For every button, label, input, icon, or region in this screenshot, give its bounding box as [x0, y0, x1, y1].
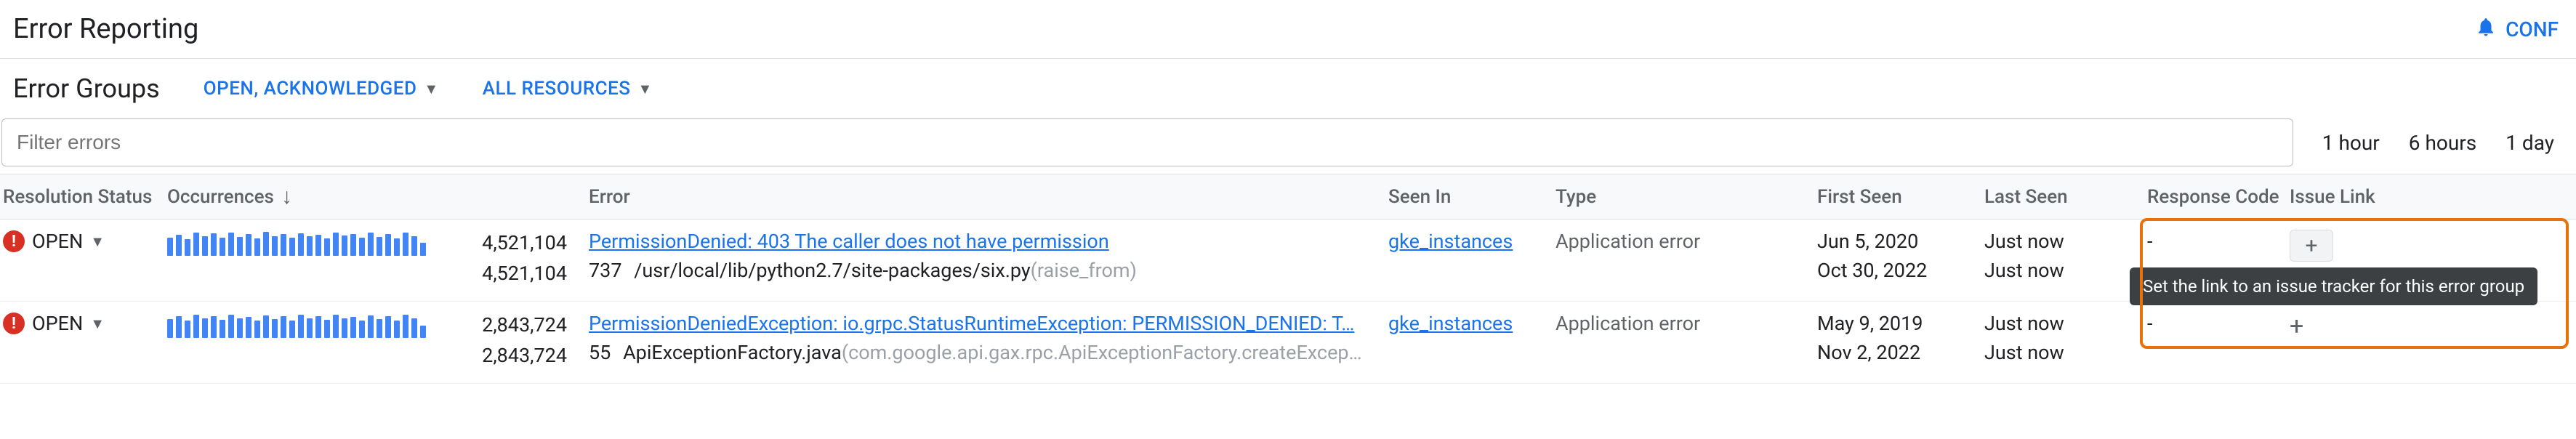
occurrences-sparkline: [167, 312, 426, 338]
col-first-seen[interactable]: First Seen: [1817, 186, 1984, 208]
response-code-cell: -: [2130, 312, 2290, 335]
error-location: 737 /usr/local/lib/python2.7/site-packag…: [589, 259, 1388, 282]
error-status-icon: !: [3, 230, 25, 252]
subtitle: Error Groups: [13, 73, 160, 104]
resources-filter-label: ALL RESOURCES: [483, 78, 631, 100]
seen-in-cell: gke_instances: [1388, 312, 1555, 335]
col-resolution-status[interactable]: Resolution Status: [0, 186, 167, 208]
last-seen-cell: Just now Just now: [1984, 312, 2130, 364]
status-filter-dropdown[interactable]: OPEN, ACKNOWLEDGED ▼: [204, 78, 439, 100]
error-title-link[interactable]: PermissionDenied: 403 The caller does no…: [589, 230, 1388, 253]
sort-descending-icon: ↓: [281, 184, 292, 209]
seen-in-link[interactable]: gke_instances: [1388, 230, 1513, 253]
type-cell: Application error: [1555, 312, 1817, 335]
add-issue-link-button[interactable]: +: [2290, 230, 2333, 262]
first-seen-bottom: Nov 2, 2022: [1817, 341, 1984, 364]
issue-link-cell: + Set the link to an issue tracker for t…: [2290, 230, 2493, 262]
chevron-down-icon: ▼: [90, 315, 105, 333]
type-cell: Application error: [1555, 230, 1817, 253]
chevron-down-icon: ▼: [90, 233, 105, 251]
status-cell[interactable]: ! OPEN ▼: [0, 230, 167, 253]
occurrence-count: 2,843,724: [482, 313, 567, 337]
subheader: Error Groups OPEN, ACKNOWLEDGED ▼ ALL RE…: [0, 59, 2576, 118]
col-response-code[interactable]: Response Code: [2130, 186, 2290, 208]
error-cell: PermissionDeniedException: io.grpc.Statu…: [589, 312, 1388, 364]
notification-bell-icon: [2475, 16, 2497, 43]
error-lineno: 55: [589, 341, 611, 364]
time-range-options: 1 hour 6 hours 1 day: [2322, 131, 2576, 155]
header-bar: Error Reporting CONF: [0, 0, 2576, 59]
error-cell: PermissionDenied: 403 The caller does no…: [589, 230, 1388, 282]
error-path: /usr/local/lib/python2.7/site-packages/s…: [634, 259, 1030, 282]
col-type[interactable]: Type: [1555, 186, 1817, 208]
issue-link-cell: +: [2290, 312, 2493, 341]
col-occurrences-label: Occurrences: [167, 186, 274, 208]
filter-row: 1 hour 6 hours 1 day: [0, 118, 2576, 174]
last-seen-top: Just now: [1984, 312, 2130, 335]
last-seen-cell: Just now Just now: [1984, 230, 2130, 282]
col-seen-in[interactable]: Seen In: [1388, 186, 1555, 208]
error-status-icon: !: [3, 313, 25, 334]
error-title-link[interactable]: PermissionDeniedException: io.grpc.Statu…: [589, 312, 1388, 335]
last-seen-bottom: Just now: [1984, 259, 2130, 282]
time-opt-1d[interactable]: 1 day: [2505, 131, 2554, 155]
first-seen-cell: May 9, 2019 Nov 2, 2022: [1817, 312, 1984, 364]
occurrences-cell: 4,521,104 4,521,104: [167, 230, 589, 285]
add-issue-link-button[interactable]: +: [2290, 312, 2303, 341]
error-lineno: 737: [589, 259, 622, 282]
errors-table: Resolution Status Occurrences ↓ Error Se…: [0, 174, 2576, 384]
occurrence-count: 4,521,104: [482, 231, 567, 254]
chevron-down-icon: ▼: [638, 80, 653, 98]
error-func: (raise_from): [1031, 259, 1137, 282]
first-seen-cell: Jun 5, 2020 Oct 30, 2022: [1817, 230, 1984, 282]
resources-filter-dropdown[interactable]: ALL RESOURCES ▼: [483, 78, 653, 100]
error-path: ApiExceptionFactory.java: [623, 341, 842, 364]
filter-input[interactable]: [1, 118, 2293, 166]
configure-label: CONF: [2505, 17, 2559, 41]
status-filter-label: OPEN, ACKNOWLEDGED: [204, 78, 417, 100]
seen-in-link[interactable]: gke_instances: [1388, 312, 1513, 335]
configure-link[interactable]: CONF: [2475, 16, 2559, 43]
status-cell[interactable]: ! OPEN ▼: [0, 312, 167, 335]
last-seen-top: Just now: [1984, 230, 2130, 253]
occurrences-sparkline: [167, 230, 426, 256]
chevron-down-icon: ▼: [424, 80, 438, 98]
col-issue-link[interactable]: Issue Link: [2290, 186, 2493, 208]
status-label: OPEN: [32, 312, 83, 335]
status-label: OPEN: [32, 230, 83, 253]
page-title: Error Reporting: [13, 13, 198, 45]
first-seen-bottom: Oct 30, 2022: [1817, 259, 1984, 282]
response-code-cell: -: [2130, 230, 2290, 253]
occurrences-cell: 2,843,724 2,843,724: [167, 312, 589, 367]
seen-in-cell: gke_instances: [1388, 230, 1555, 253]
occurrence-count-secondary: 2,843,724: [167, 344, 567, 367]
error-location: 55 ApiExceptionFactory.java(com.google.a…: [589, 341, 1388, 364]
error-func: (com.google.api.gax.rpc.ApiExceptionFact…: [842, 341, 1362, 364]
table-row: ! OPEN ▼ 2,843,724 2,843,724 PermissionD…: [0, 302, 2576, 384]
time-opt-6h[interactable]: 6 hours: [2409, 131, 2476, 155]
table-row: ! OPEN ▼ 4,521,104 4,521,104 PermissionD…: [0, 220, 2576, 302]
first-seen-top: Jun 5, 2020: [1817, 230, 1984, 253]
first-seen-top: May 9, 2019: [1817, 312, 1984, 335]
col-occurrences[interactable]: Occurrences ↓: [167, 184, 589, 209]
col-error[interactable]: Error: [589, 186, 1388, 208]
time-opt-1h[interactable]: 1 hour: [2322, 131, 2380, 155]
issue-link-tooltip: Set the link to an issue tracker for thi…: [2130, 267, 2537, 305]
occurrence-count-secondary: 4,521,104: [167, 262, 567, 285]
col-last-seen[interactable]: Last Seen: [1984, 186, 2130, 208]
last-seen-bottom: Just now: [1984, 341, 2130, 364]
table-header-row: Resolution Status Occurrences ↓ Error Se…: [0, 174, 2576, 220]
